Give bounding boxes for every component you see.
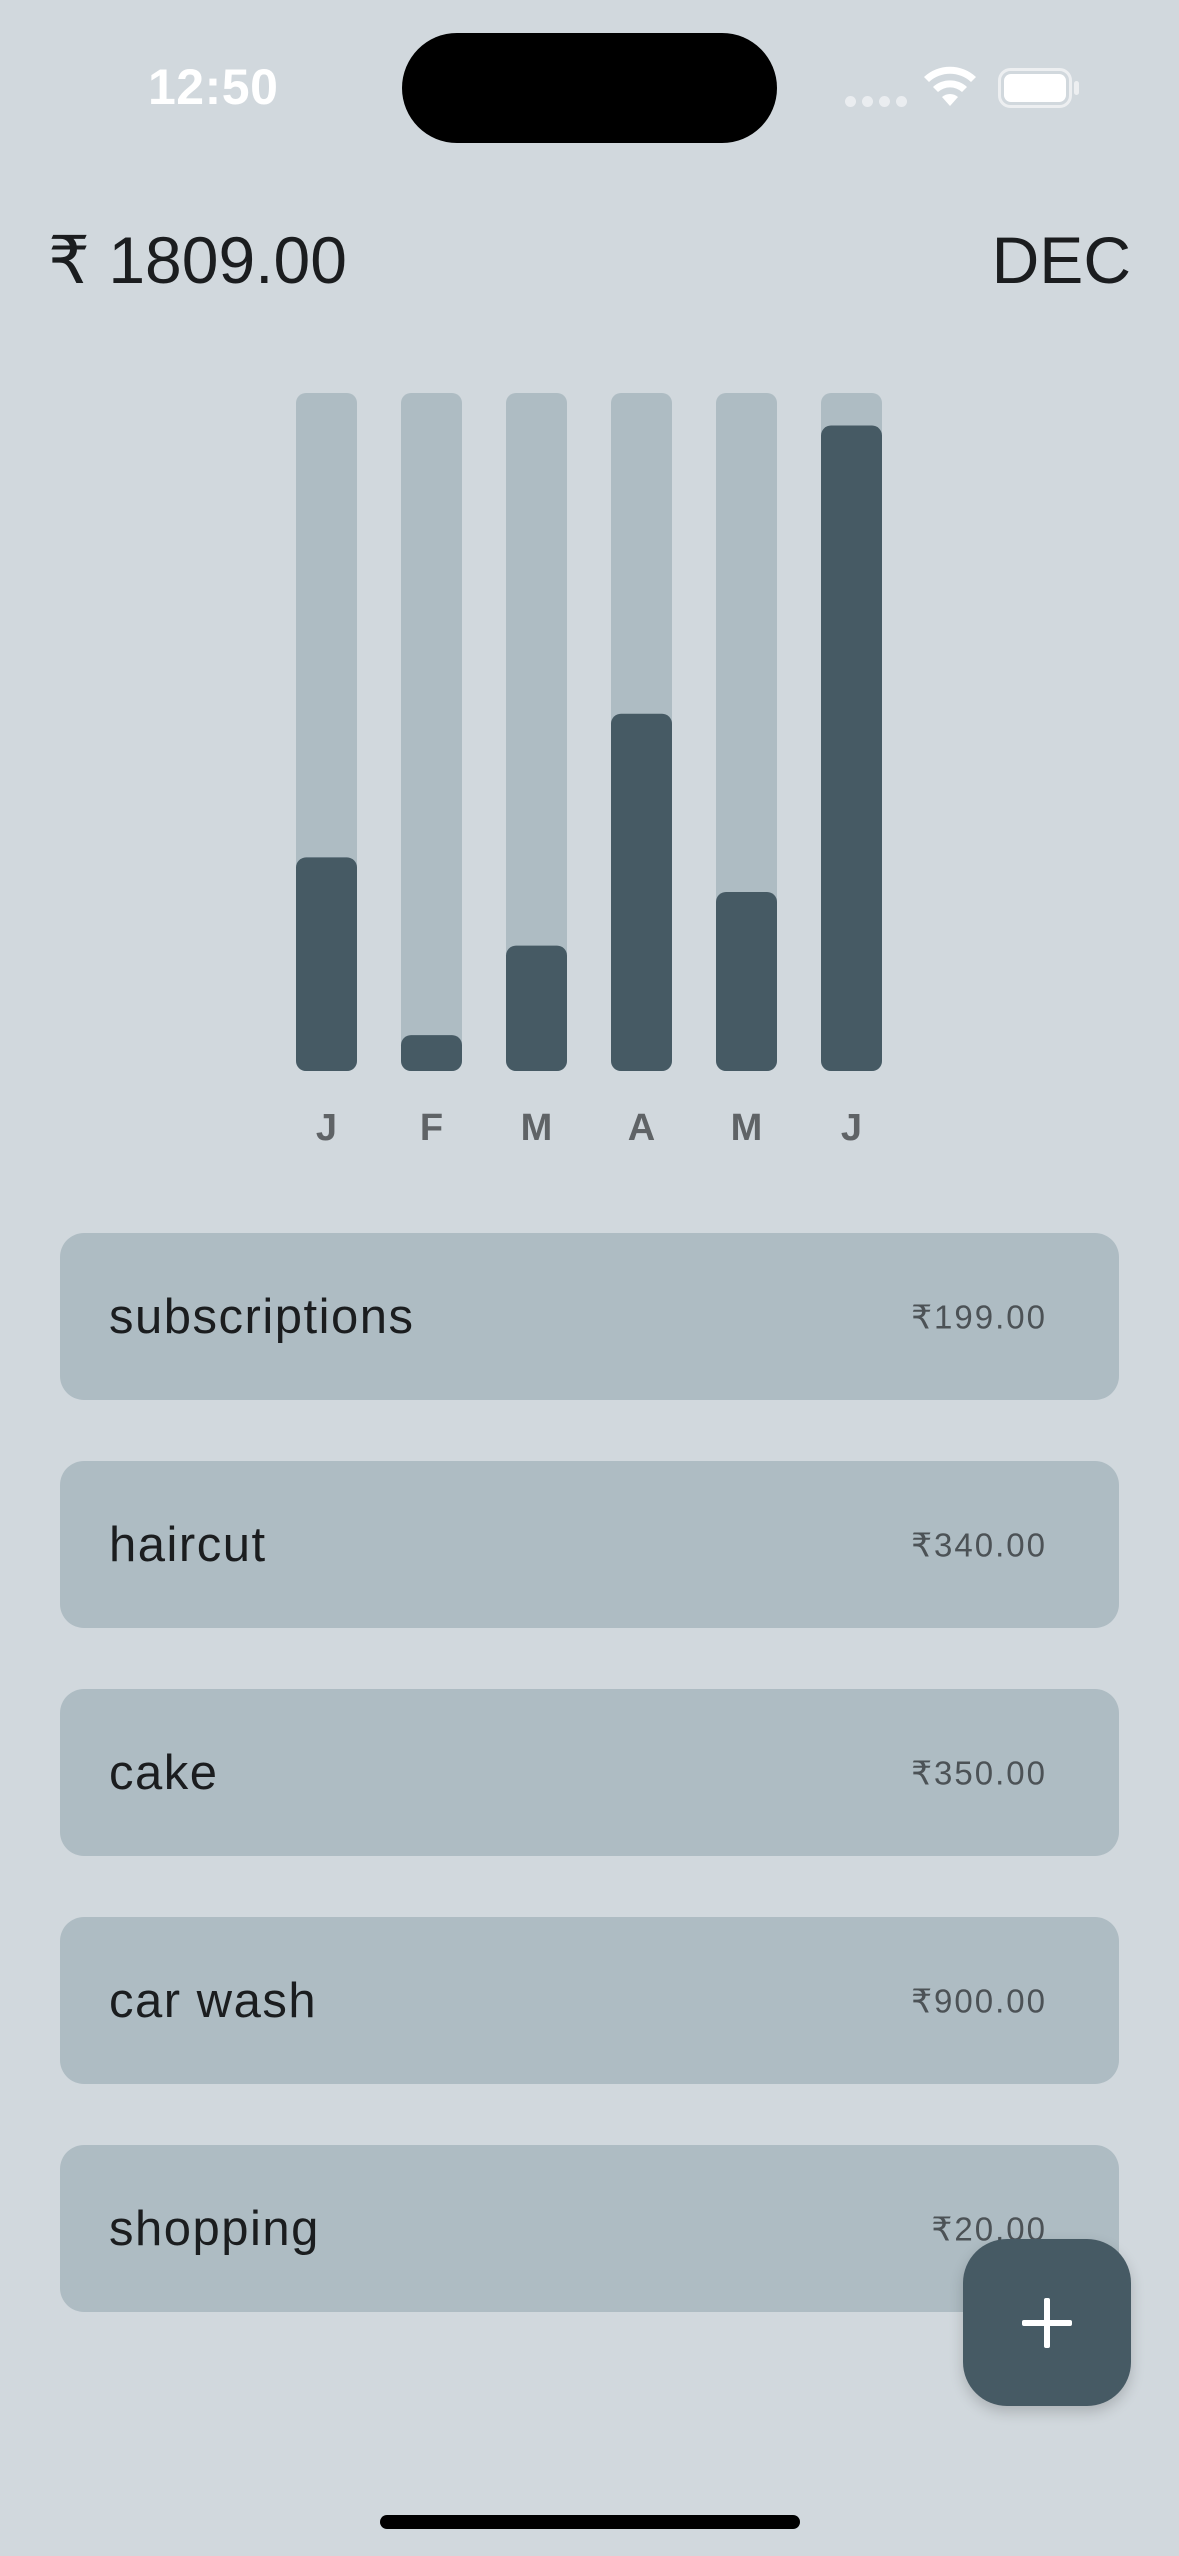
x-tick-label: J xyxy=(841,1107,862,1149)
monthly-spending-chart: JFMAMJ xyxy=(296,393,882,1149)
expense-row[interactable]: haircut ₹340.00 xyxy=(60,1461,1119,1628)
total-amount: ₹ 1809.00 xyxy=(48,223,347,297)
expense-row[interactable]: subscriptions ₹199.00 xyxy=(60,1233,1119,1400)
bar-5[interactable] xyxy=(821,425,882,1071)
expense-row[interactable]: car wash ₹900.00 xyxy=(60,1917,1119,2084)
status-time: 12:50 xyxy=(148,59,279,115)
bar-track xyxy=(821,393,882,1071)
x-tick-label: A xyxy=(628,1107,655,1149)
x-tick-label: J xyxy=(316,1107,337,1149)
expense-amount: ₹350.00 xyxy=(911,1754,1047,1791)
bar-track xyxy=(296,393,357,1071)
dynamic-island xyxy=(402,33,777,143)
bar-3[interactable] xyxy=(611,713,672,1071)
x-tick-label: M xyxy=(731,1107,763,1149)
add-expense-button[interactable] xyxy=(963,2239,1131,2406)
expense-name: cake xyxy=(109,1745,219,1800)
expense-name: shopping xyxy=(109,2201,320,2256)
expense-list: subscriptions ₹199.00 haircut ₹340.00 cake ₹3… xyxy=(60,1233,1119,2373)
home-indicator xyxy=(380,2515,800,2529)
plus-icon xyxy=(1022,2297,1072,2348)
cellular-signal-icon xyxy=(845,96,907,107)
expense-row[interactable]: cake ₹350.00 xyxy=(60,1689,1119,1856)
expense-name: haircut xyxy=(109,1517,267,1572)
bar-track xyxy=(506,393,567,1071)
bar-1[interactable] xyxy=(401,1035,462,1071)
wifi-icon xyxy=(924,66,976,106)
expense-name: car wash xyxy=(109,1973,318,2028)
x-tick-label: M xyxy=(521,1107,553,1149)
expense-amount: ₹900.00 xyxy=(911,1982,1047,2019)
month-label[interactable]: DEC xyxy=(992,222,1131,298)
bar-0[interactable] xyxy=(296,857,357,1071)
expense-amount: ₹340.00 xyxy=(911,1526,1047,1563)
expense-name: subscriptions xyxy=(109,1289,415,1344)
bar-track xyxy=(611,393,672,1071)
battery-icon xyxy=(998,68,1079,108)
x-tick-label: F xyxy=(420,1107,443,1149)
bar-track xyxy=(401,393,462,1071)
bar-2[interactable] xyxy=(506,945,567,1071)
expense-row[interactable]: shopping ₹20.00 xyxy=(60,2145,1119,2312)
bar-4[interactable] xyxy=(716,892,777,1071)
expense-amount: ₹199.00 xyxy=(911,1298,1047,1335)
bar-track xyxy=(716,393,777,1071)
